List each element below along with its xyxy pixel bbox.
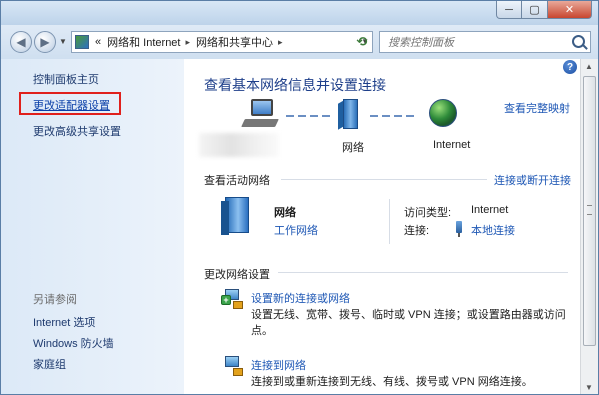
forward-button[interactable]: ▶ [34,31,56,53]
ethernet-plug-icon [456,221,462,237]
divider [278,272,568,273]
connection-label: 连接: [404,225,430,237]
connect-disconnect-link[interactable]: 连接或断开连接 [494,172,571,188]
title-bar[interactable]: ─ ▢ ✕ [1,1,598,25]
sidebar-item-advanced-sharing-settings[interactable]: 更改高级共享设置 [33,123,121,139]
change-settings-heading: 更改网络设置 [204,269,270,281]
network-icon[interactable] [338,99,362,131]
refresh-icon[interactable]: ⟲ [352,33,372,51]
breadcrumb-network-sharing-center[interactable]: 网络和共享中心 [196,34,273,50]
map-network-label: 网络 [342,142,364,154]
breadcrumb-separator-icon[interactable]: ▸ [185,37,190,48]
internet-globe-icon[interactable] [429,99,457,127]
control-panel-window: ─ ▢ ✕ ◀ ▶ ▼ « 网络和 Internet ▸ 网络和共享中心 ▸ ▼… [0,0,599,395]
connect-to-network-icon[interactable] [221,356,245,378]
breadcrumb-separator-icon[interactable]: ▸ [278,37,283,48]
sidebar-item-change-adapter-settings[interactable]: 更改适配器设置 [33,97,110,113]
window-controls: ─ ▢ ✕ [496,1,592,19]
computer-icon [241,99,281,131]
vertical-scrollbar[interactable]: ▲ ▼ [580,59,598,394]
maximize-button[interactable]: ▢ [522,1,548,19]
search-box[interactable] [379,31,591,53]
divider [281,179,487,180]
minimize-button[interactable]: ─ [496,1,522,19]
connection-line [286,115,330,117]
connection-line [370,115,418,117]
new-connection-icon[interactable]: + [221,289,245,311]
divider [389,199,390,244]
sidebar-item-control-panel-home[interactable]: 控制面板主页 [33,71,99,87]
main-content: 查看基本网络信息并设置连接 查看完整映射 网络 Internet 查看活动网络 … [184,59,580,394]
active-network-name: 网络 [274,207,296,219]
scrollbar-thumb[interactable] [583,76,596,346]
description-line: 设置无线、宽带、拨号、临时或 VPN 连接；或设置路由器或访问 [251,309,566,321]
redacted-computer-name [199,133,279,157]
scroll-up-icon[interactable]: ▲ [585,62,593,71]
breadcrumb-network-internet[interactable]: 网络和 Internet [107,34,180,50]
control-panel-icon [75,35,89,49]
setup-new-connection-description: 设置无线、宽带、拨号、临时或 VPN 连接；或设置路由器或访问 点。 [251,307,571,339]
search-icon[interactable] [572,35,585,48]
sidebar-item-internet-options[interactable]: Internet 选项 [33,314,95,330]
sidebar-item-windows-firewall[interactable]: Windows 防火墙 [33,335,114,351]
help-icon[interactable]: ? [563,60,577,74]
see-also-heading: 另请参阅 [33,294,77,306]
page-title: 查看基本网络信息并设置连接 [204,77,386,93]
connect-to-network-link[interactable]: 连接到网络 [251,357,306,373]
address-overflow[interactable]: « [95,36,101,48]
access-type-value: Internet [471,204,509,216]
back-button[interactable]: ◀ [10,31,32,53]
address-bar[interactable]: « 网络和 Internet ▸ 网络和共享中心 ▸ ▼ [71,31,373,53]
task-sidebar: 控制面板主页 更改适配器设置 更改高级共享设置 另请参阅 Internet 选项… [1,59,184,394]
scroll-down-icon[interactable]: ▼ [585,383,593,392]
recent-pages-chevron-down-icon[interactable]: ▼ [59,37,67,46]
sidebar-item-homegroup[interactable]: 家庭组 [33,356,66,372]
map-internet-label: Internet [433,139,471,151]
network-bench-icon[interactable] [221,197,249,235]
search-input[interactable] [386,33,570,53]
network-location-link[interactable]: 工作网络 [274,222,318,238]
close-button[interactable]: ✕ [548,1,592,19]
view-full-map-link[interactable]: 查看完整映射 [504,100,570,116]
setup-new-connection-link[interactable]: 设置新的连接或网络 [251,290,350,306]
access-type-label: 访问类型: [404,207,452,219]
active-networks-heading: 查看活动网络 [204,175,270,187]
navigation-bar: ◀ ▶ ▼ « 网络和 Internet ▸ 网络和共享中心 ▸ ▼ ⟲ [1,25,598,59]
connect-to-network-description: 连接到或重新连接到无线、有线、拨号或 VPN 网络连接。 [251,376,533,388]
description-line: 点。 [251,325,273,337]
local-connection-link[interactable]: 本地连接 [471,222,515,238]
